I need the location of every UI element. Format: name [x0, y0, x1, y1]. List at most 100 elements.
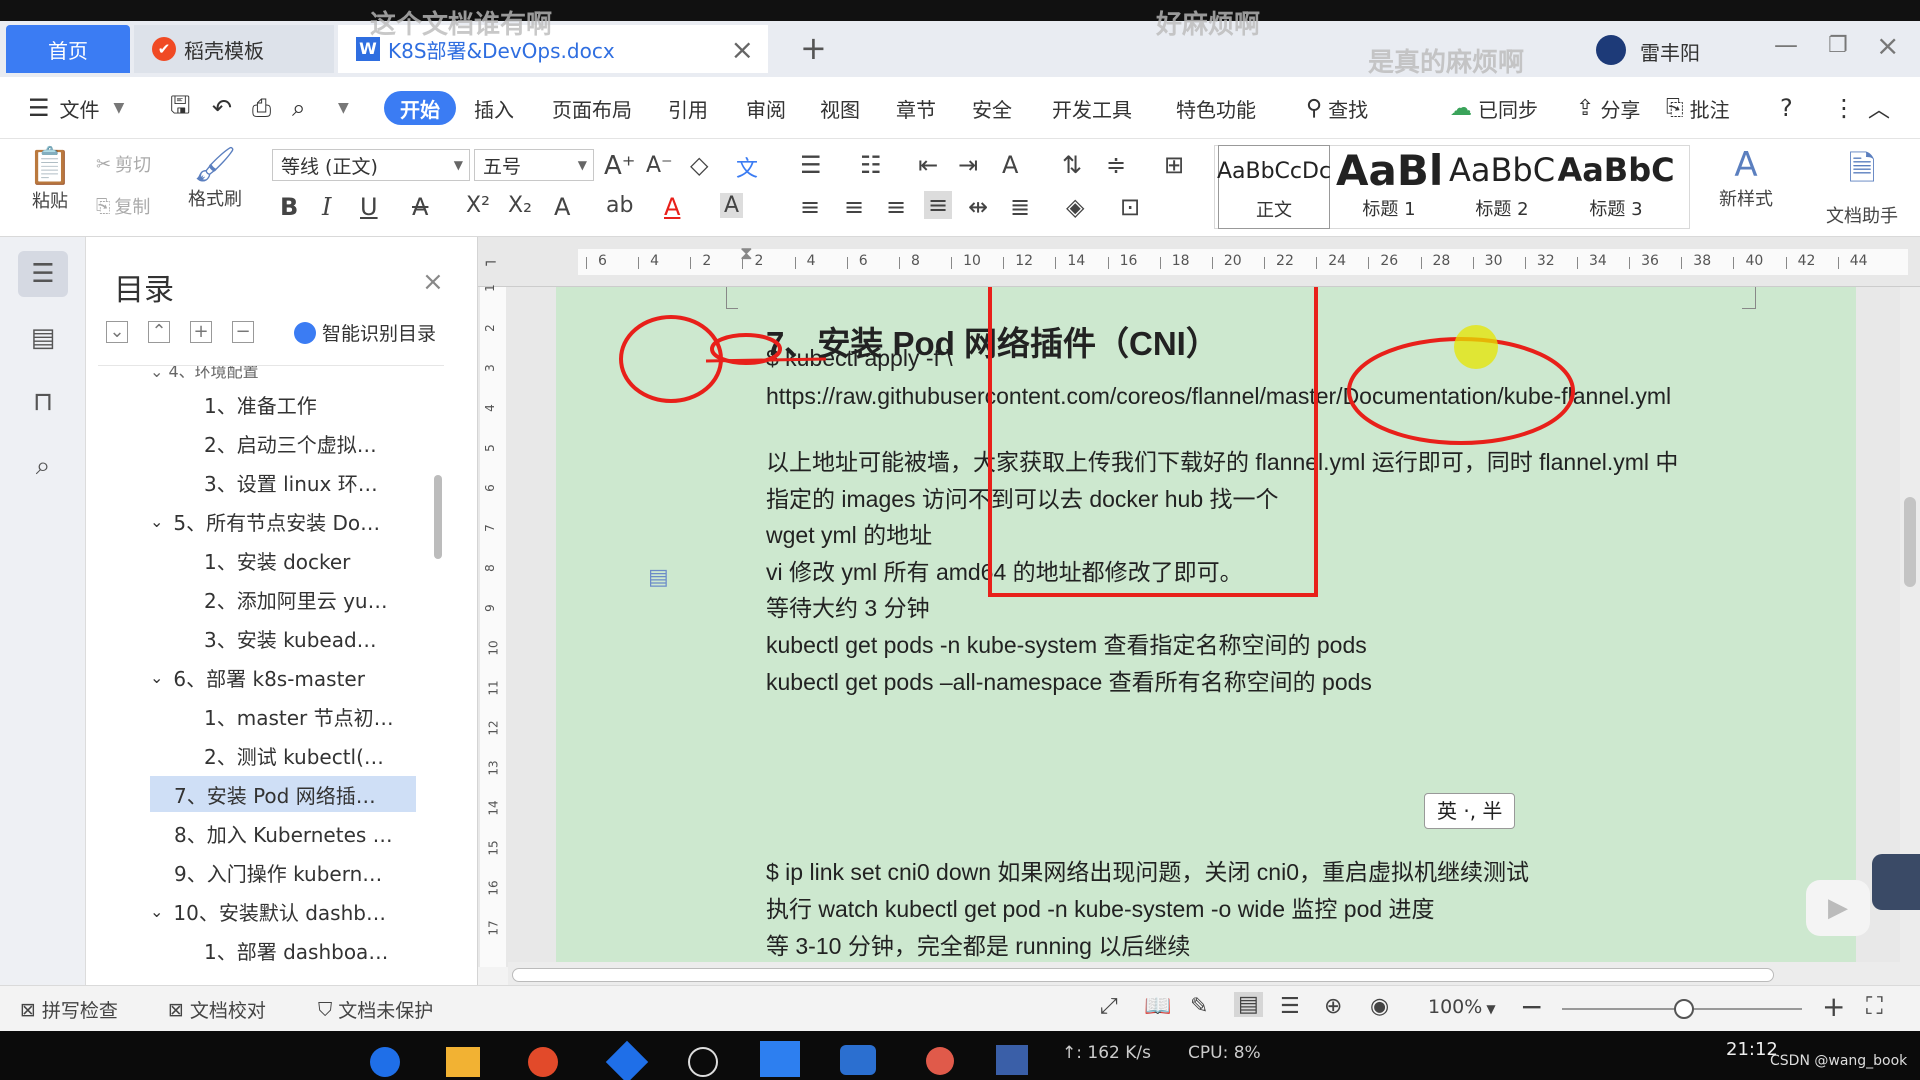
style-heading-3[interactable]: AaBbC 标题 3 — [1557, 145, 1674, 229]
outline-view-icon[interactable]: ☰ — [1280, 994, 1300, 1019]
menu-file[interactable]: ☰ 文件 ▼ — [28, 91, 124, 125]
close-tab-icon[interactable]: × — [731, 33, 754, 66]
subscript-icon[interactable]: X₂ — [508, 193, 532, 218]
close-window-icon[interactable]: × — [1876, 29, 1899, 62]
underline-icon[interactable]: U — [360, 193, 378, 221]
horizontal-scrollbar[interactable] — [508, 962, 1920, 986]
toc-item[interactable]: 3、设置 linux 环… — [204, 464, 378, 500]
tab-template[interactable]: ✔ 稻壳模板 — [134, 25, 334, 73]
toc-item[interactable]: 3、安装 kubead… — [204, 620, 377, 656]
side-widget[interactable] — [1872, 854, 1920, 910]
zoom-slider[interactable] — [1562, 999, 1802, 1019]
borders-icon[interactable]: ⊡ — [1120, 193, 1140, 221]
more-options-icon[interactable]: ⋮ — [1832, 91, 1856, 125]
horizontal-scroll-thumb[interactable] — [512, 968, 1774, 982]
expand-all-icon[interactable]: ⌄ — [106, 321, 128, 343]
numbering-icon[interactable]: ☷ — [860, 151, 882, 179]
line-spacing-icon[interactable]: ≑ — [1106, 151, 1126, 179]
font-name-select[interactable]: 等线 (正文) ▼ — [272, 149, 470, 181]
highlight-icon[interactable]: ab — [606, 193, 633, 218]
char-shading-icon[interactable]: A — [720, 193, 744, 218]
font-size-select[interactable]: 五号 ▼ — [474, 149, 594, 181]
add-item-icon[interactable]: + — [190, 321, 212, 343]
toc-item[interactable]: 1、准备工作 — [204, 386, 317, 422]
help-icon[interactable]: ? — [1780, 91, 1793, 125]
menu-insert[interactable]: 插入 — [474, 91, 514, 125]
remove-item-icon[interactable]: − — [232, 321, 254, 343]
new-style-button[interactable]: A 新样式 — [1704, 145, 1788, 211]
table-icon[interactable]: ⊞ — [1164, 151, 1184, 179]
align-right-icon[interactable]: ≡ — [886, 193, 906, 221]
toc-item[interactable]: 2、启动三个虚拟… — [204, 425, 377, 461]
eye-protection-icon[interactable]: ◉ — [1370, 994, 1389, 1019]
shrink-font-icon[interactable]: A⁻ — [646, 153, 673, 178]
smart-toc-button[interactable]: 智能识别目录 — [294, 319, 436, 346]
proofread-button[interactable]: ⊠ 文档校对 — [168, 996, 266, 1023]
menu-review[interactable]: 审阅 — [746, 91, 786, 125]
sort-icon[interactable]: ⇅ — [1062, 151, 1082, 179]
taskbar-app-icon-active[interactable] — [760, 1041, 800, 1077]
menu-security[interactable]: 安全 — [972, 91, 1012, 125]
find-icon[interactable]: ⌕ — [18, 443, 68, 489]
save-icon[interactable]: 🖫 — [170, 91, 190, 125]
reading-mode-icon[interactable]: 📖 — [1144, 994, 1171, 1019]
edit-mode-icon[interactable]: ✎ — [1190, 994, 1208, 1019]
toc-item[interactable]: 2、添加阿里云 yu… — [204, 581, 388, 617]
fullscreen-icon[interactable]: ⤢ — [1100, 994, 1118, 1019]
taskbar-app-icon[interactable] — [688, 1047, 718, 1077]
taskbar-app-icon[interactable] — [605, 1040, 649, 1080]
menu-start[interactable]: 开始 — [384, 91, 456, 125]
style-heading-1[interactable]: AaBl 标题 1 — [1334, 145, 1444, 229]
style-heading-2[interactable]: AaBbC 标题 2 — [1446, 145, 1558, 229]
taskbar-app-icon[interactable] — [528, 1047, 558, 1077]
toc-item[interactable]: 1、部署 dashboa… — [204, 932, 388, 968]
superscript-icon[interactable]: X² — [466, 193, 490, 218]
menu-features[interactable]: 特色功能 — [1176, 91, 1256, 125]
bookmark-icon[interactable]: ⊓ — [18, 379, 68, 425]
collapse-ribbon-icon[interactable]: ︿ — [1868, 91, 1890, 125]
taskbar-app-icon[interactable] — [996, 1045, 1028, 1075]
distribute-icon[interactable]: ⇹ — [968, 193, 988, 221]
restore-icon[interactable]: ❐ — [1828, 33, 1848, 58]
menu-view[interactable]: 视图 — [820, 91, 860, 125]
align-left-icon[interactable]: ≡ — [800, 193, 820, 221]
toc-item[interactable]: ⌄ 5、所有节点安装 Do… — [150, 503, 380, 539]
menu-devtools[interactable]: 开发工具 — [1052, 91, 1132, 125]
user-name[interactable]: 雷丰阳 — [1640, 37, 1700, 66]
zoom-in-icon[interactable]: + — [1822, 990, 1845, 1023]
indent-icon[interactable]: ⇥ — [958, 151, 978, 179]
justify-icon[interactable]: ≡ — [924, 191, 953, 219]
toc-item[interactable]: 8、加入 Kubernetes … — [174, 815, 393, 851]
sync-status[interactable]: ☁ 已同步 — [1450, 91, 1538, 125]
clear-format-icon[interactable]: ◇ — [690, 151, 708, 179]
comment-button[interactable]: ⎘ 批注 — [1666, 91, 1730, 125]
text-effect-icon[interactable]: A — [554, 193, 570, 221]
vertical-scroll-thumb[interactable] — [1904, 497, 1916, 587]
menu-chapter[interactable]: 章节 — [896, 91, 936, 125]
toc-item-selected[interactable]: 7、安装 Pod 网络插… — [150, 776, 416, 812]
print-preview-icon[interactable]: ⌕ — [292, 91, 305, 125]
toc-item[interactable]: 9、入门操作 kubern… — [174, 854, 382, 890]
user-avatar[interactable] — [1596, 35, 1626, 65]
toc-item[interactable]: 1、master 节点初… — [204, 698, 394, 734]
bullets-icon[interactable]: ☰ — [800, 151, 822, 179]
toc-panel-icon[interactable]: ☰ — [18, 251, 68, 297]
cut-button[interactable]: ✂ 剪切 — [96, 151, 151, 177]
taskbar-app-icon[interactable] — [370, 1047, 400, 1077]
zoom-slider-thumb[interactable] — [1674, 999, 1694, 1019]
taskbar-app-icon[interactable] — [446, 1047, 480, 1077]
style-normal[interactable]: AaBbCcDc 正文 — [1217, 145, 1331, 229]
paragraph-spacing-icon[interactable]: ≣ — [1010, 193, 1030, 221]
toc-scrollbar[interactable] — [434, 475, 442, 559]
video-float-button[interactable]: ▶ — [1806, 880, 1870, 936]
close-toc-icon[interactable]: × — [422, 267, 444, 297]
paste-button[interactable]: 📋 粘贴 — [18, 145, 82, 213]
taskbar-app-icon[interactable] — [926, 1047, 954, 1075]
taskbar-app-icon[interactable] — [840, 1045, 876, 1075]
copy-button[interactable]: ⎘ 复制 — [96, 193, 150, 219]
phonetic-icon[interactable]: 文 — [736, 151, 758, 183]
strikethrough-icon[interactable]: A — [412, 193, 428, 221]
menu-reference[interactable]: 引用 — [668, 91, 708, 125]
page-view-icon[interactable]: ▤ — [1234, 992, 1263, 1017]
print-icon[interactable]: ⎙ — [252, 91, 271, 125]
